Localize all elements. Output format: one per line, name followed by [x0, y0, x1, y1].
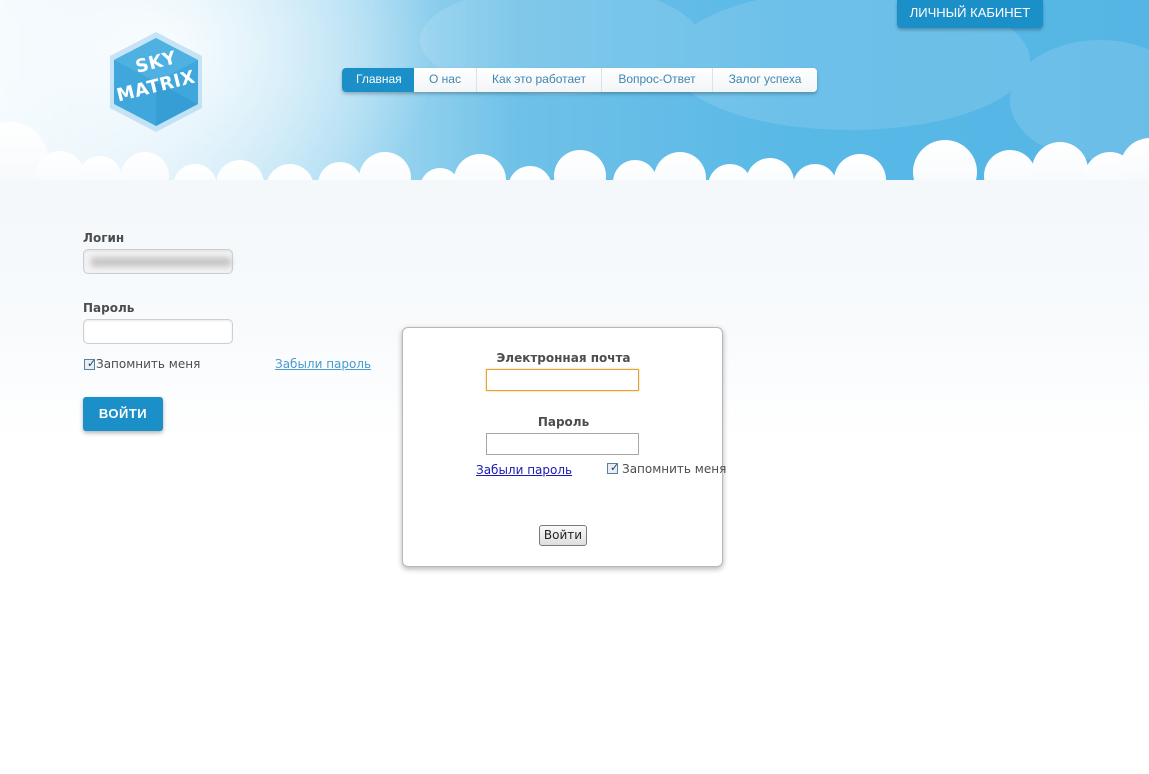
- password-input[interactable]: [83, 319, 233, 344]
- personal-cabinet-button[interactable]: ЛИЧНЫЙ КАБИНЕТ: [897, 0, 1043, 28]
- modal-forgot-password-link[interactable]: Забыли пароль: [476, 463, 572, 477]
- login-modal: Электронная почта Пароль Забыли пароль ✓…: [402, 327, 727, 567]
- nav-item-faq[interactable]: Вопрос-Ответ: [602, 68, 713, 92]
- modal-password-input[interactable]: [486, 433, 639, 455]
- nav-item-success[interactable]: Залог успеха: [713, 68, 817, 92]
- login-input-blurred-value: [90, 257, 232, 267]
- modal-remember-me-label: Запомнить меня: [622, 462, 727, 476]
- modal-remember-me-checkbox[interactable]: ✓: [607, 461, 620, 474]
- password-label: Пароль: [83, 301, 135, 315]
- main-nav: Главная О нас Как это работает Вопрос-От…: [342, 68, 817, 92]
- nav-item-about[interactable]: О нас: [414, 68, 477, 92]
- modal-email-input[interactable]: [486, 369, 639, 391]
- nav-item-home[interactable]: Главная: [342, 68, 414, 92]
- remember-me-checkbox[interactable]: ✓: [84, 357, 97, 370]
- site-logo[interactable]: SKY MATRIX: [102, 28, 210, 136]
- login-submit-button[interactable]: ВОЙТИ: [83, 397, 163, 431]
- forgot-password-link[interactable]: Забыли пароль: [275, 357, 371, 371]
- login-label: Логин: [83, 231, 125, 245]
- remember-me-label: Запомнить меня: [96, 357, 201, 371]
- nav-item-how-it-works[interactable]: Как это работает: [477, 68, 602, 92]
- login-input[interactable]: [83, 249, 233, 274]
- modal-email-label: Электронная почта: [496, 351, 631, 365]
- checkmark-icon: ✓: [610, 461, 620, 474]
- modal-password-label: Пароль: [537, 415, 590, 429]
- modal-submit-button[interactable]: Войти: [539, 525, 587, 546]
- checkmark-icon: ✓: [87, 357, 97, 370]
